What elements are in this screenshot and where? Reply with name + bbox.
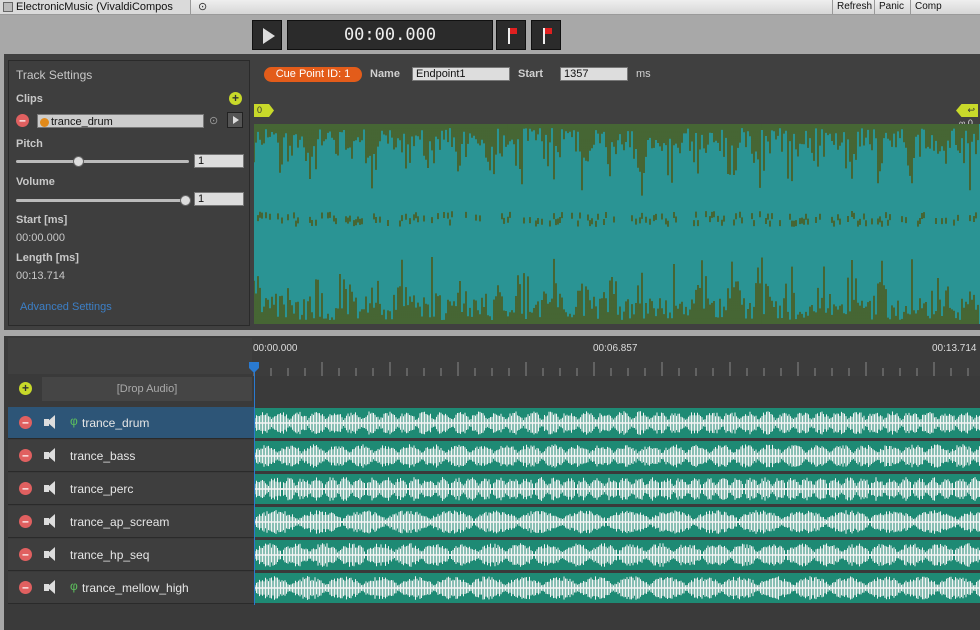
track-waveform[interactable] xyxy=(254,474,980,504)
track-row[interactable]: – φ trance_drum xyxy=(8,407,980,439)
next-cue-button[interactable] xyxy=(531,20,561,50)
start-value: 00:00.000 xyxy=(16,232,65,244)
title-bar: ElectronicMusic (VivaldiCompos ⊙ Refresh… xyxy=(0,0,980,26)
clip-field[interactable]: trance_drum xyxy=(37,114,204,128)
volume-slider-thumb[interactable] xyxy=(180,195,191,206)
track-controls[interactable]: – trance_perc xyxy=(8,473,254,505)
volume-slider[interactable] xyxy=(16,199,189,202)
remove-track-icon[interactable]: – xyxy=(19,482,32,495)
timeline-ruler[interactable]: 00:00.000 00:06.857 00:13.714 xyxy=(252,338,980,376)
remove-clip-icon[interactable]: – xyxy=(16,114,29,127)
track-settings-title: Track Settings xyxy=(16,68,93,82)
speaker-icon[interactable] xyxy=(44,448,58,463)
speaker-icon[interactable] xyxy=(44,481,58,496)
track-waveform[interactable] xyxy=(254,507,980,537)
window-tab[interactable]: ElectronicMusic (VivaldiCompos xyxy=(0,0,191,14)
refresh-button[interactable]: Refresh xyxy=(832,0,876,14)
track-row[interactable]: – trance_ap_scream xyxy=(8,506,980,538)
track-controls[interactable]: – trance_bass xyxy=(8,440,254,472)
pitch-field[interactable]: 1 xyxy=(194,154,244,168)
speaker-icon[interactable] xyxy=(44,547,58,562)
volume-field[interactable]: 1 xyxy=(194,192,244,206)
ruler-ticks xyxy=(253,362,969,376)
remove-track-icon[interactable]: – xyxy=(19,449,32,462)
remove-track-icon[interactable]: – xyxy=(19,515,32,528)
clip-play-button[interactable] xyxy=(227,112,243,128)
volume-label: Volume xyxy=(16,176,55,188)
track-controls[interactable]: – φ trance_mellow_high xyxy=(8,572,254,604)
add-track-icon[interactable]: + xyxy=(19,382,32,395)
length-value: 00:13.714 xyxy=(16,270,65,282)
track-name: trance_bass xyxy=(70,449,136,463)
track-waveform[interactable] xyxy=(254,540,980,570)
pitch-slider[interactable] xyxy=(16,160,189,163)
track-name: trance_drum xyxy=(82,416,150,430)
play-icon xyxy=(233,116,239,124)
track-controls[interactable]: – trance_hp_seq xyxy=(8,539,254,571)
drop-audio-zone[interactable]: [Drop Audio] xyxy=(42,377,252,401)
window-title: ElectronicMusic (VivaldiCompos xyxy=(16,1,173,13)
track-controls[interactable]: – trance_ap_scream xyxy=(8,506,254,538)
length-label: Length [ms] xyxy=(16,252,79,264)
clips-label: Clips xyxy=(16,93,43,105)
track-row[interactable]: – trance_perc xyxy=(8,473,980,505)
track-row[interactable]: – trance_hp_seq xyxy=(8,539,980,571)
track-controls[interactable]: – φ trance_drum xyxy=(8,407,254,439)
comp-settings-button[interactable]: Comp Settings xyxy=(910,0,980,26)
cue-start-field[interactable]: 1357 xyxy=(560,67,628,81)
prev-cue-button[interactable] xyxy=(496,20,526,50)
cue-start-label: Start xyxy=(518,68,544,80)
track-name: trance_perc xyxy=(70,482,134,496)
cue-point-badge[interactable]: Cue Point ID: 1 xyxy=(264,67,362,82)
track-waveform[interactable] xyxy=(254,441,980,471)
tick-label-start: 00:00.000 xyxy=(253,343,298,354)
speaker-icon[interactable] xyxy=(44,514,58,529)
play-button[interactable] xyxy=(252,20,282,50)
tick-label-end: 00:13.714 xyxy=(932,343,977,354)
cue-name-field[interactable]: Endpoint1 xyxy=(412,67,510,81)
pitch-slider-thumb[interactable] xyxy=(73,156,85,167)
tick-label-mid: 00:06.857 xyxy=(593,343,638,354)
track-type-icon: φ xyxy=(70,579,78,593)
cue-name-label: Name xyxy=(370,68,400,80)
playhead-line xyxy=(254,370,255,605)
advanced-settings-link[interactable]: Advanced Settings xyxy=(20,301,112,313)
audio-clip-icon xyxy=(40,117,49,127)
speaker-icon[interactable] xyxy=(44,415,58,430)
track-type-icon: φ xyxy=(70,414,78,428)
start-label: Start [ms] xyxy=(16,214,68,226)
add-clip-icon[interactable]: + xyxy=(229,92,242,105)
track-row[interactable]: – trance_bass xyxy=(8,440,980,472)
arrangement-header-blank xyxy=(8,338,252,374)
tab-close-icon[interactable]: ⊙ xyxy=(198,0,207,14)
clip-name: trance_drum xyxy=(51,116,113,128)
speaker-icon[interactable] xyxy=(44,580,58,595)
bottom-strip xyxy=(4,605,980,630)
track-name: trance_mellow_high xyxy=(82,581,189,595)
transport-bar: 00:00.000 xyxy=(0,15,980,55)
cue-point-header: Cue Point ID: 1 Name Endpoint1 Start 135… xyxy=(254,62,980,86)
cue-start-unit: ms xyxy=(636,68,651,80)
pitch-label: Pitch xyxy=(16,138,43,150)
time-display: 00:00.000 xyxy=(287,20,493,50)
panic-button[interactable]: Panic xyxy=(874,0,908,14)
remove-track-icon[interactable]: – xyxy=(19,581,32,594)
track-waveform[interactable] xyxy=(254,573,980,603)
main-waveform[interactable] xyxy=(254,124,980,324)
window-icon xyxy=(3,2,13,12)
track-waveform[interactable] xyxy=(254,408,980,438)
clip-picker-icon[interactable]: ⊙ xyxy=(209,114,218,127)
track-name: trance_hp_seq xyxy=(70,548,150,562)
track-row[interactable]: – φ trance_mellow_high xyxy=(8,572,980,604)
track-settings-panel: Track Settings Clips + – trance_drum ⊙ P… xyxy=(8,60,250,326)
remove-track-icon[interactable]: – xyxy=(19,416,32,429)
track-name: trance_ap_scream xyxy=(70,515,170,529)
remove-track-icon[interactable]: – xyxy=(19,548,32,561)
